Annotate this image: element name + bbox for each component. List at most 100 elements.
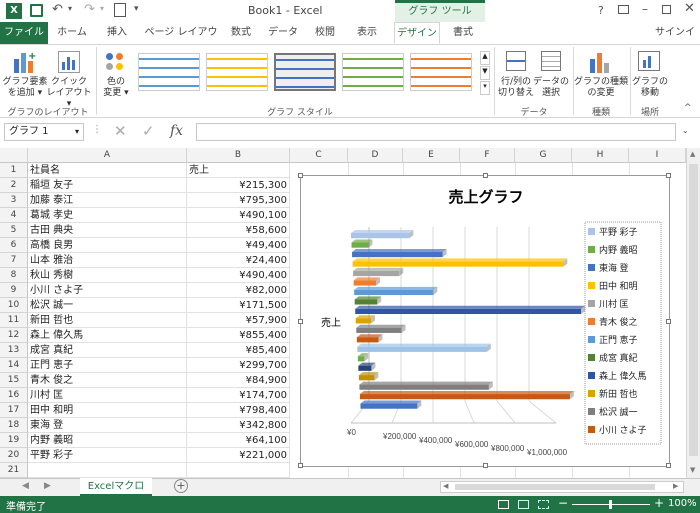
legend-entry[interactable]: 田中 和明 [599, 280, 638, 291]
scroll-sheet-left-icon[interactable]: ◀ [22, 481, 29, 491]
legend-swatch[interactable] [588, 372, 595, 379]
chart-bar[interactable] [358, 375, 375, 381]
chart-bar-top[interactable] [360, 400, 422, 404]
column-header-c[interactable]: C [290, 148, 348, 163]
help-icon[interactable]: ? [598, 4, 604, 17]
row-header[interactable]: 2 [0, 178, 28, 193]
tick-label[interactable]: ¥800,000 [490, 444, 525, 453]
row-header[interactable]: 12 [0, 328, 28, 343]
name-box[interactable]: グラフ 1 ▾ [4, 123, 84, 141]
chart-resize-handle[interactable] [298, 463, 303, 468]
row-header[interactable]: 13 [0, 343, 28, 358]
row-header[interactable]: 10 [0, 298, 28, 313]
chart-bar[interactable] [355, 318, 372, 324]
chart-bar-top[interactable] [355, 305, 586, 309]
cell-b[interactable]: ¥49,400 [187, 238, 290, 253]
scroll-sheet-right-icon[interactable]: ▶ [44, 481, 51, 491]
legend-entry[interactable]: 小川 さよ子 [599, 425, 647, 435]
chart-bar-top[interactable] [353, 277, 381, 281]
legend-entry[interactable]: 正門 恵子 [599, 334, 638, 345]
row-header[interactable]: 4 [0, 208, 28, 223]
chart-object[interactable]: 売上グラフ 売上 ¥0 ¥200,000 ¥400,000 ¥600,000 ¥800,… [298, 173, 671, 468]
legend-swatch[interactable] [588, 408, 595, 415]
undo-dropdown-icon[interactable]: ▾ [68, 4, 72, 13]
chart-style-thumb-4[interactable] [342, 53, 404, 91]
chart-bar-top[interactable] [357, 343, 491, 347]
row-header[interactable]: 8 [0, 268, 28, 283]
zoom-level[interactable]: 100% [668, 498, 697, 509]
gridline[interactable] [528, 400, 557, 424]
cell-b[interactable]: ¥24,400 [187, 253, 290, 268]
gridline[interactable] [496, 400, 516, 424]
cell-a[interactable]: 加藤 泰江 [28, 193, 187, 208]
tab-home[interactable]: ホーム [54, 22, 90, 44]
chart-bar[interactable] [351, 233, 410, 239]
chart-bar-top[interactable] [356, 334, 383, 338]
chart-bar-top[interactable] [359, 391, 574, 395]
chart-resize-handle[interactable] [298, 173, 303, 178]
scroll-up-icon[interactable]: ▲ [690, 150, 695, 158]
chart-style-thumb-1[interactable] [138, 53, 200, 91]
chart-style-thumb-3[interactable] [274, 53, 336, 91]
chart-bar[interactable] [354, 299, 378, 305]
expand-formula-bar-icon[interactable]: ⌄ [682, 126, 689, 135]
enter-icon[interactable]: ✓ [142, 122, 155, 140]
formula-bar-options-icon[interactable]: ⋮ [92, 124, 102, 135]
cell-a[interactable]: 新田 哲也 [28, 313, 187, 328]
zoom-slider[interactable] [572, 500, 650, 509]
tick-label[interactable]: ¥400,000 [418, 436, 453, 445]
cell-a[interactable]: 古田 典央 [28, 223, 187, 238]
cell-a[interactable]: 稲垣 友子 [28, 178, 187, 193]
horizontal-scrollbar[interactable]: ◀ ▶ [440, 481, 684, 493]
row-header[interactable]: 15 [0, 373, 28, 388]
column-header-i[interactable]: I [629, 148, 686, 163]
cell-a[interactable]: 森上 偉久馬 [28, 328, 187, 343]
legend-swatch[interactable] [588, 300, 595, 307]
chart-bar-top[interactable] [356, 324, 406, 328]
legend-swatch[interactable] [588, 246, 595, 253]
legend-entry[interactable]: 森上 偉久馬 [599, 370, 647, 381]
switch-row-column-button[interactable]: 行/列の 切り替え [496, 77, 536, 99]
cell-a[interactable]: 社員名 [28, 163, 187, 178]
chart-bar[interactable] [354, 289, 434, 296]
cell-b[interactable]: ¥174,700 [187, 388, 290, 403]
chart-bar[interactable] [352, 251, 443, 258]
cell-b[interactable]: ¥84,900 [187, 373, 290, 388]
print-preview-icon[interactable] [114, 3, 126, 17]
restore-icon[interactable] [662, 5, 671, 14]
cell-b[interactable]: ¥64,100 [187, 433, 290, 448]
name-box-dropdown-icon[interactable]: ▾ [75, 124, 79, 140]
column-header-d[interactable]: D [348, 148, 403, 163]
chart-bar-top[interactable] [354, 296, 382, 300]
column-header-f[interactable]: F [460, 148, 515, 163]
scroll-left-icon[interactable]: ◀ [443, 482, 448, 490]
tab-formulas[interactable]: 数式 [224, 22, 258, 44]
cell-a[interactable]: 平野 彩子 [28, 448, 187, 463]
cell-b[interactable]: ¥171,500 [187, 298, 290, 313]
cell-b[interactable]: ¥57,900 [187, 313, 290, 328]
chart-bar[interactable] [359, 384, 489, 390]
chart-bar[interactable] [356, 327, 402, 333]
select-data-button[interactable]: データの 選択 [532, 77, 570, 99]
tab-insert[interactable]: 挿入 [100, 22, 134, 44]
chart-style-thumb-2[interactable] [206, 53, 268, 91]
chart-bar-top[interactable] [352, 258, 568, 262]
chart-bar[interactable] [353, 270, 400, 277]
select-all-corner[interactable] [0, 148, 28, 163]
column-header-e[interactable]: E [403, 148, 460, 163]
cell-b[interactable]: ¥798,400 [187, 403, 290, 418]
move-chart-button[interactable]: グラフの 移動 [630, 77, 670, 99]
normal-view-icon[interactable] [498, 500, 509, 509]
zoom-in-icon[interactable]: + [654, 496, 664, 510]
row-header[interactable]: 19 [0, 433, 28, 448]
row-header[interactable]: 20 [0, 448, 28, 463]
chart-bar[interactable] [358, 365, 372, 371]
zoom-out-icon[interactable]: − [558, 496, 568, 510]
row-header[interactable]: 9 [0, 283, 28, 298]
gridline[interactable] [464, 400, 475, 424]
cell-a[interactable]: 秋山 秀樹 [28, 268, 187, 283]
chart-resize-handle[interactable] [483, 173, 488, 178]
row-header[interactable]: 17 [0, 403, 28, 418]
chart-bar-top[interactable] [351, 230, 414, 233]
column-header-a[interactable]: A [28, 148, 187, 163]
